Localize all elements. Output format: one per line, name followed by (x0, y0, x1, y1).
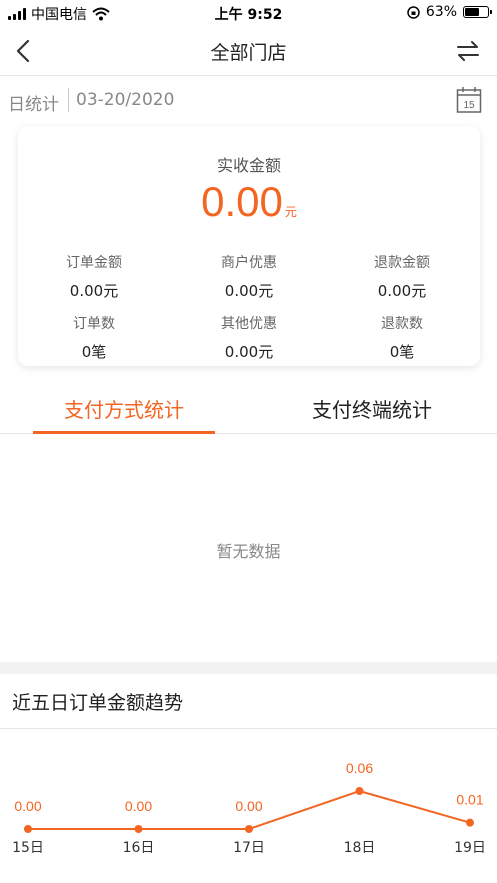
battery-percent: 63% (425, 4, 457, 20)
stat-value: 0.00元 (224, 343, 274, 361)
data-label: 0.01 (456, 792, 483, 808)
data-label: 0.00 (125, 798, 152, 814)
trend-chart: 0.00 15日 0.00 16日 0.00 17日 0.06 18日 0.01 19日 (12, 760, 486, 856)
stat-other-discount: 其他优惠 0.00元 (179, 313, 319, 362)
stat-order-count: 订单数 0笔 (24, 313, 164, 362)
x-tick-label: 17日 (233, 840, 265, 856)
x-tick-label: 18日 (344, 840, 376, 856)
orientation-lock-icon (407, 5, 420, 19)
data-label: 0.00 (235, 798, 262, 814)
page-title: 全部门店 (210, 42, 287, 64)
stat-refund-count: 退款数 0笔 (332, 313, 472, 362)
received-amount-value: 0.00 (201, 178, 283, 225)
summary-card: 实收金额 0.00 元 订单金额 0.00元 商户优惠 0.00元 退款金额 0.… (18, 126, 480, 366)
tab-payment-terminal[interactable]: 支付终端统计 (281, 394, 463, 423)
stat-refund-amount: 退款金额 0.00元 (332, 252, 472, 301)
stat-label: 退款数 (381, 316, 423, 332)
received-amount: 0.00 元 (18, 178, 480, 226)
stat-merchant-discount: 商户优惠 0.00元 (179, 252, 319, 301)
tab-payment-method[interactable]: 支付方式统计 (33, 394, 215, 423)
trend-section: 近五日订单金额趋势 0.00 15日 0.00 16日 0.00 17日 0.06 18日 0.… (0, 674, 497, 883)
stat-label: 订单数 (73, 316, 115, 332)
stat-value: 0.00元 (224, 282, 274, 300)
divider (68, 88, 69, 112)
summary-section: 实收金额 0.00 元 订单金额 0.00元 商户优惠 0.00元 退款金额 0.… (0, 126, 497, 380)
x-tick-label: 16日 (123, 840, 155, 856)
empty-state: 暂无数据 (0, 434, 497, 662)
data-label: 0.00 (14, 798, 41, 814)
stat-order-amount: 订单金额 0.00元 (24, 252, 164, 301)
navigation-bar: 全部门店 (0, 26, 497, 76)
stat-value: 0.00元 (377, 282, 427, 300)
received-amount-unit: 元 (284, 205, 297, 219)
swap-arrows-icon[interactable] (455, 38, 481, 64)
date-filter-row: 日统计 03-20/2020 15 (0, 76, 497, 126)
x-tick-label: 19日 (454, 840, 486, 856)
received-amount-label: 实收金额 (216, 156, 281, 175)
data-point[interactable] (24, 825, 32, 833)
x-tick-label: 15日 (12, 840, 44, 856)
data-point[interactable] (134, 825, 143, 833)
calendar-icon[interactable]: 15 (456, 86, 482, 114)
stats-tabs: 支付方式统计 支付终端统计 (0, 380, 497, 434)
stat-label: 其他优惠 (221, 316, 277, 332)
stat-period-label[interactable]: 日统计 (8, 90, 59, 115)
stat-value: 0笔 (81, 343, 107, 361)
data-point[interactable] (355, 787, 364, 795)
stat-label: 商户优惠 (221, 255, 277, 271)
data-point[interactable] (466, 818, 474, 827)
stat-label: 退款金额 (374, 255, 430, 271)
stat-value: 0笔 (389, 343, 415, 361)
battery-icon (463, 6, 492, 18)
data-label: 0.06 (346, 760, 373, 776)
calendar-day: 15 (463, 100, 475, 111)
stat-label: 订单金额 (66, 255, 122, 271)
status-bar: 中国电信 上午 9:52 63% (0, 0, 497, 26)
empty-message: 暂无数据 (216, 542, 281, 561)
stat-value: 0.00元 (69, 282, 119, 300)
date-value[interactable]: 03-20/2020 (76, 90, 174, 110)
data-point[interactable] (245, 825, 253, 833)
